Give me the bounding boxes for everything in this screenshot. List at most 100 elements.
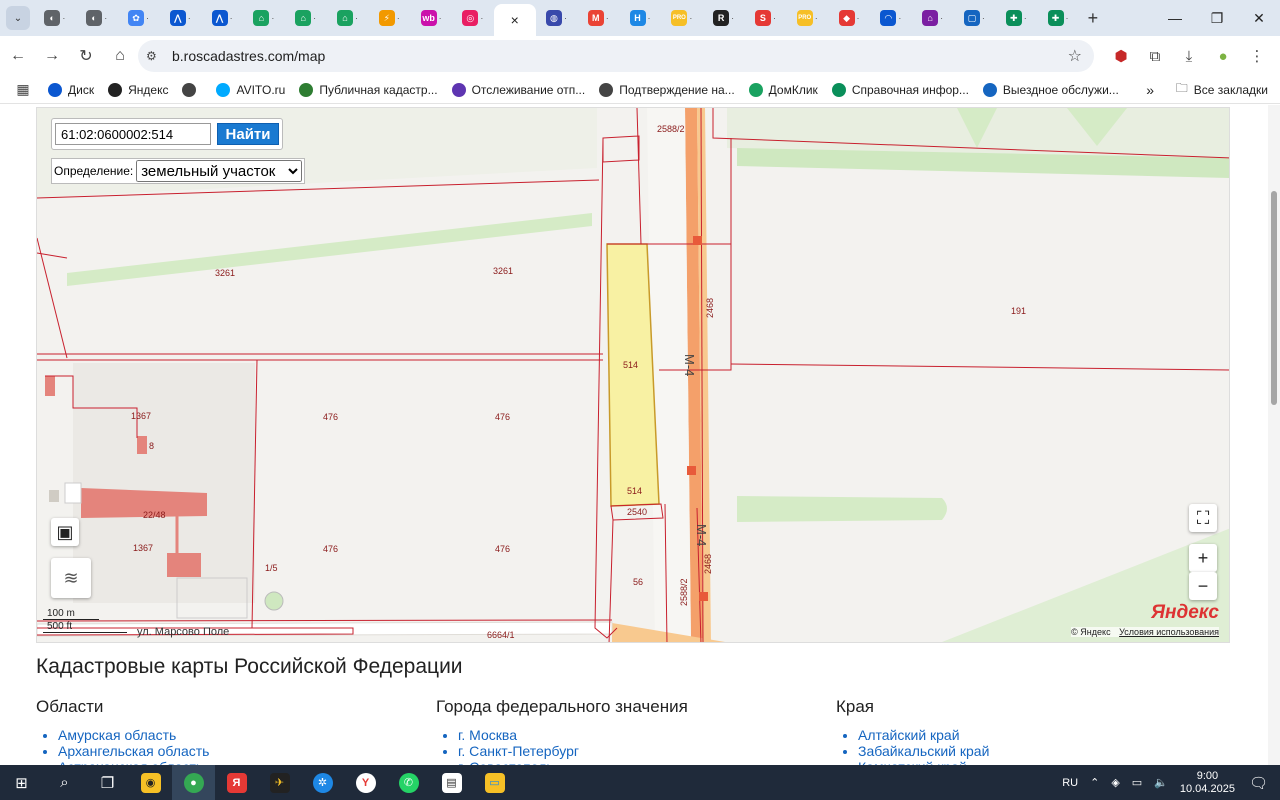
page-scrollbar[interactable] xyxy=(1268,105,1280,765)
notifications-icon[interactable]: 🗨 xyxy=(1249,774,1268,792)
taskbar-app-icon[interactable]: ✈ xyxy=(258,765,301,800)
tab[interactable]: H · xyxy=(619,3,661,33)
apps-grid-icon[interactable]: ▦ xyxy=(8,81,38,98)
tab-favicon-icon: wb xyxy=(420,10,437,26)
new-tab-button[interactable]: + xyxy=(1079,8,1107,29)
taskbar-app-icon[interactable]: ✲ xyxy=(301,765,344,800)
bookmark-item[interactable] xyxy=(182,82,202,97)
start-icon[interactable]: ⊞ xyxy=(0,765,43,800)
bookmark-item[interactable]: Справочная инфор... xyxy=(831,82,969,97)
tab[interactable]: ◎ · xyxy=(452,3,494,33)
find-button[interactable]: Найти xyxy=(217,123,279,145)
tab-favicon-icon: ◐ xyxy=(44,10,61,26)
tab[interactable]: ◍ · xyxy=(536,3,578,33)
tab[interactable]: ✚ · xyxy=(995,3,1037,33)
tab[interactable]: ✿ · xyxy=(118,3,160,33)
battery-icon[interactable]: ▭ xyxy=(1132,776,1142,789)
tab[interactable]: ◐ · xyxy=(34,3,76,33)
tab[interactable]: ⌂ · xyxy=(327,3,369,33)
search-icon[interactable]: ⌕ xyxy=(43,765,86,800)
tab-active[interactable]: × xyxy=(493,4,536,36)
tab[interactable]: ⌂ · xyxy=(243,3,285,33)
tab-separator: · xyxy=(772,13,776,23)
task-view-icon[interactable]: ❐ xyxy=(86,765,129,800)
terms-link[interactable]: Условия использования xyxy=(1119,627,1219,637)
whatsapp-icon[interactable]: ✆ xyxy=(387,765,430,800)
bookmark-star-icon[interactable]: ☆ xyxy=(1068,46,1082,66)
layers-icon[interactable]: ≋ xyxy=(51,558,91,598)
bookmark-item[interactable]: Выездное обслужи... xyxy=(982,82,1119,97)
region-link[interactable]: г. Москва xyxy=(458,727,836,743)
tab[interactable]: ▢ · xyxy=(954,3,996,33)
network-icon[interactable]: ◈ xyxy=(1111,776,1119,789)
bookmark-item[interactable]: Отслеживание отп... xyxy=(451,82,585,97)
tab-search-button[interactable]: ⌄ xyxy=(6,6,30,30)
region-link[interactable]: г. Санкт-Петербург xyxy=(458,743,836,759)
file-icon[interactable]: ▤ xyxy=(430,765,473,800)
bookmark-item[interactable]: Публичная кадастр... xyxy=(299,82,438,97)
back-icon[interactable]: ← xyxy=(2,40,34,72)
yandex-icon[interactable]: Y xyxy=(344,765,387,800)
tab[interactable]: ⋀ · xyxy=(201,3,243,33)
ruler-icon[interactable]: ▣ xyxy=(51,518,79,546)
zoom-out-button[interactable]: − xyxy=(1189,572,1217,600)
tab[interactable]: S · xyxy=(745,3,787,33)
region-link[interactable]: Забайкальский край xyxy=(858,743,1236,759)
region-link[interactable]: Архангельская область xyxy=(58,743,436,759)
tab[interactable]: ⌂ · xyxy=(912,3,954,33)
minimize-icon[interactable]: — xyxy=(1154,0,1196,36)
fullscreen-icon[interactable]: ⛶ xyxy=(1189,504,1217,532)
site-info-icon[interactable]: ⚙ xyxy=(146,49,166,63)
extensions-icon[interactable]: ⧉ xyxy=(1138,40,1172,72)
scrollbar-thumb[interactable] xyxy=(1271,191,1277,405)
taskbar-app-icon[interactable]: ◉ xyxy=(129,765,172,800)
tab[interactable]: ◠ · xyxy=(870,3,912,33)
tab[interactable]: ⚡ · xyxy=(368,3,410,33)
reload-icon[interactable]: ↻ xyxy=(70,40,102,72)
tab[interactable]: ✚ · xyxy=(1037,3,1079,33)
bookmark-item[interactable]: ДомКлик xyxy=(748,82,818,97)
tab[interactable]: PRO · xyxy=(786,3,828,33)
region-link[interactable]: Алтайский край xyxy=(858,727,1236,743)
volume-icon[interactable]: 🔈 xyxy=(1154,776,1168,789)
close-tab-icon[interactable]: × xyxy=(511,12,519,28)
bookmark-item[interactable]: Яндекс xyxy=(108,82,168,97)
bookmark-item[interactable]: Диск xyxy=(48,82,94,97)
tab[interactable]: ⌂ · xyxy=(285,3,327,33)
cadastral-map[interactable]: 3261 3261 2588/2 2468 191 514 514 М-4 М-… xyxy=(36,107,1230,643)
chrome-icon[interactable]: ● xyxy=(172,765,215,800)
tab[interactable]: ◐ · xyxy=(76,3,118,33)
bookmark-item[interactable]: AVITO.ru xyxy=(216,82,285,97)
restore-icon[interactable]: ❐ xyxy=(1196,0,1238,36)
tab[interactable]: M · xyxy=(577,3,619,33)
extension-shield-icon[interactable]: ⬢ xyxy=(1104,40,1138,72)
address-bar[interactable]: ⚙ b.roscadastres.com/map ☆ xyxy=(138,40,1094,72)
clock[interactable]: 9:00 10.04.2025 xyxy=(1180,770,1235,796)
tab[interactable]: wb · xyxy=(410,3,452,33)
yandex-browser-icon[interactable]: Я xyxy=(215,765,258,800)
file-explorer-icon[interactable]: ▭ xyxy=(473,765,516,800)
map-canvas[interactable]: 3261 3261 2588/2 2468 191 514 514 М-4 М-… xyxy=(37,108,1230,643)
cadastral-number-input[interactable] xyxy=(55,123,211,145)
tray-chevron-icon[interactable]: ⌃ xyxy=(1090,776,1099,789)
tab-separator: · xyxy=(438,13,442,23)
download-icon[interactable]: ⤓ xyxy=(1172,40,1206,72)
tab[interactable]: R · xyxy=(703,3,745,33)
bookmarks-more-icon[interactable]: » xyxy=(1146,82,1154,98)
profile-avatar[interactable]: ● xyxy=(1206,40,1240,72)
tab[interactable]: PRO · xyxy=(661,3,703,33)
tab-separator: · xyxy=(354,13,358,23)
definition-select[interactable]: земельный участок xyxy=(136,160,302,182)
menu-icon[interactable]: ⋮ xyxy=(1240,40,1274,72)
forward-icon[interactable]: → xyxy=(36,40,68,72)
region-link[interactable]: Амурская область xyxy=(58,727,436,743)
language-indicator[interactable]: RU xyxy=(1062,777,1078,789)
tab[interactable]: ◆ · xyxy=(828,3,870,33)
home-icon[interactable]: ⌂ xyxy=(104,40,136,72)
zoom-in-button[interactable]: + xyxy=(1189,544,1217,572)
address-url[interactable]: b.roscadastres.com/map xyxy=(172,48,325,64)
close-window-icon[interactable]: ✕ xyxy=(1238,0,1280,36)
all-bookmarks[interactable]: 🗀 Все закладки xyxy=(1176,79,1268,100)
bookmark-item[interactable]: Подтверждение на... xyxy=(599,82,735,97)
tab[interactable]: ⋀ · xyxy=(159,3,201,33)
